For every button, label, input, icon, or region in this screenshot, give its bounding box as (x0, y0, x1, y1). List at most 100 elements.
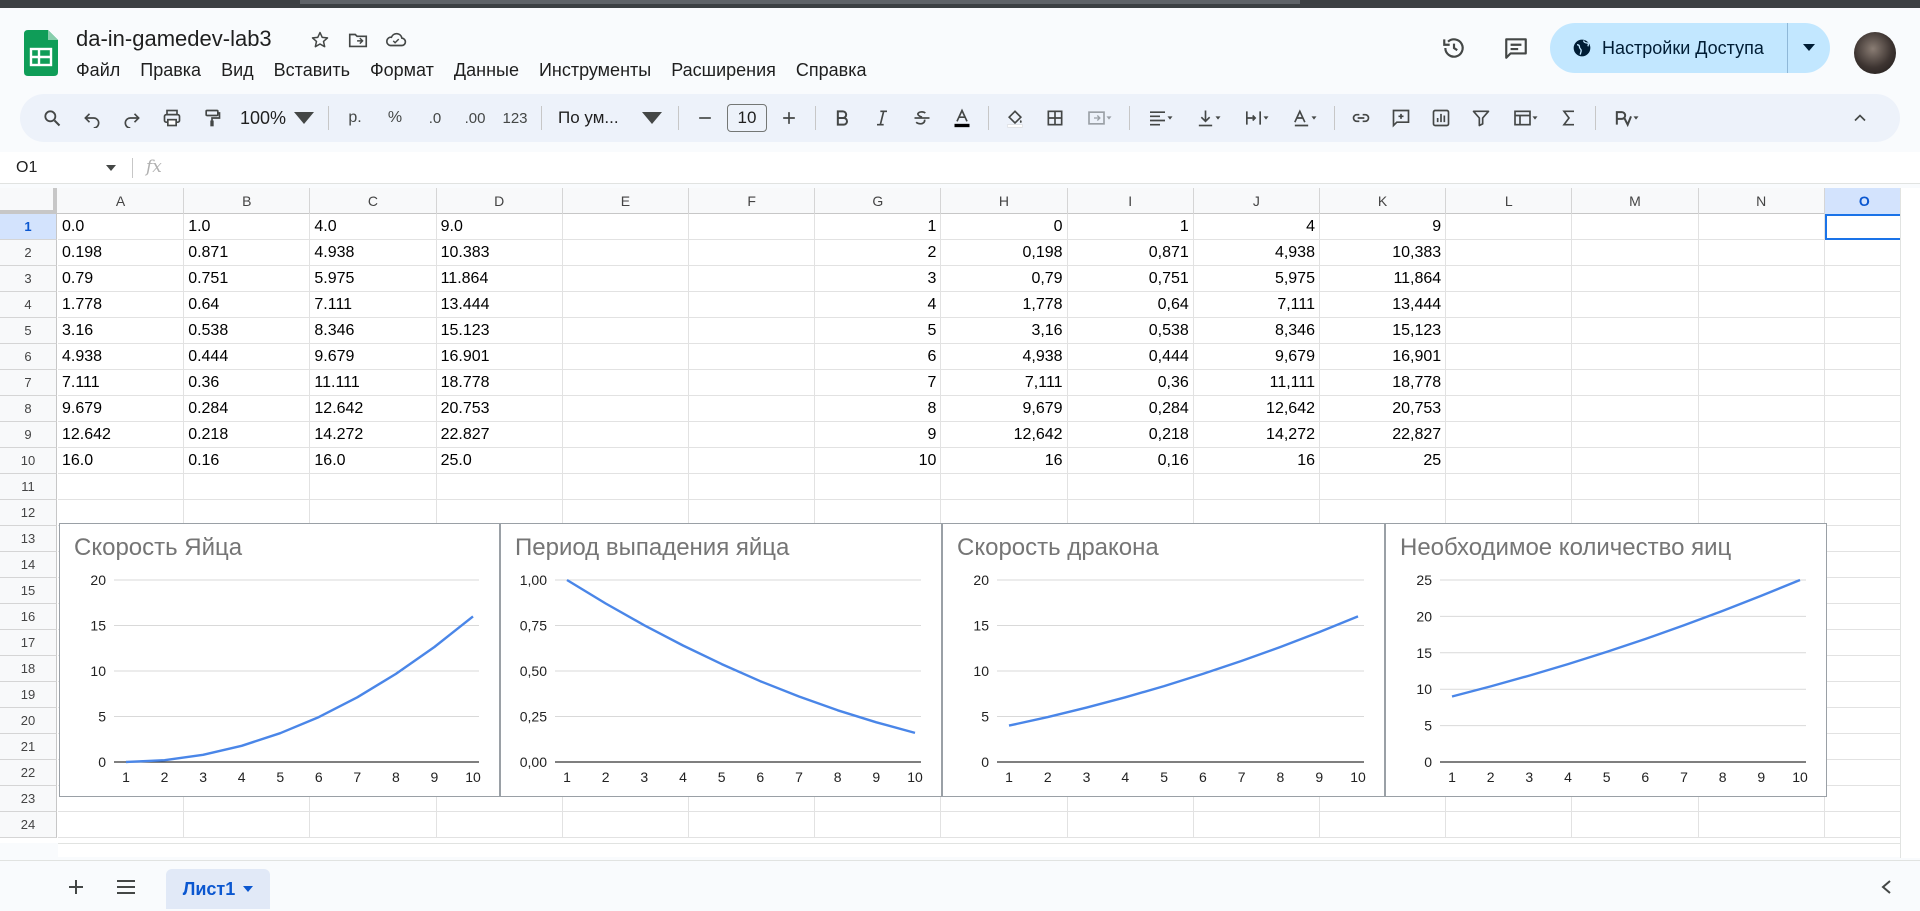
cell-o8[interactable] (1824, 396, 1900, 422)
cell-j5[interactable]: 8,346 (1193, 318, 1320, 344)
currency-format-button[interactable]: р. (337, 100, 373, 136)
cell-k5[interactable]: 15,123 (1320, 318, 1447, 344)
cell-c11[interactable] (310, 474, 437, 500)
cell-g4[interactable]: 4 (815, 292, 942, 318)
cell-j3[interactable]: 5,975 (1193, 266, 1320, 292)
chart-required-eggs[interactable]: 0 5 10 15 20 25 1 2 3 4 5 6 7 8 9 10 Необходимое количе… (1385, 523, 1827, 797)
cell-a8[interactable]: 9.679 (58, 396, 185, 422)
column-header-d[interactable]: D (437, 188, 563, 214)
cell-g5[interactable]: 5 (815, 318, 942, 344)
filter-icon[interactable] (1463, 100, 1499, 136)
cell-n4[interactable] (1698, 292, 1825, 318)
italic-icon[interactable] (864, 100, 900, 136)
cell-d4[interactable]: 13.444 (436, 292, 563, 318)
cell-f7[interactable] (689, 370, 816, 396)
cell-o21[interactable] (1824, 734, 1900, 760)
font-family-select[interactable]: По ум... (550, 100, 670, 136)
cell-c4[interactable]: 7.111 (310, 292, 437, 318)
cell-d6[interactable]: 16.901 (436, 344, 563, 370)
cell-g3[interactable]: 3 (815, 266, 942, 292)
column-header-f[interactable]: F (689, 188, 816, 214)
cell-o18[interactable] (1824, 656, 1900, 682)
percent-format-button[interactable]: % (377, 100, 413, 136)
cell-e2[interactable] (562, 240, 689, 266)
cell-b7[interactable]: 0.36 (184, 370, 311, 396)
cell-i7[interactable]: 0,36 (1067, 370, 1194, 396)
selected-cell[interactable] (1824, 214, 1900, 240)
cell-g9[interactable]: 9 (815, 422, 942, 448)
cell-f3[interactable] (689, 266, 816, 292)
column-header-k[interactable]: K (1320, 188, 1447, 214)
undo-icon[interactable] (74, 100, 110, 136)
menu-insert[interactable]: Вставить (264, 56, 360, 85)
cell-a1[interactable]: 0.0 (58, 214, 185, 240)
cell-l24[interactable] (1446, 812, 1573, 838)
sheets-logo-icon[interactable] (24, 30, 58, 76)
cell-m5[interactable] (1572, 318, 1699, 344)
cell-k11[interactable] (1320, 474, 1447, 500)
cell-e1[interactable] (562, 214, 689, 240)
row-header-3[interactable]: 3 (0, 266, 57, 292)
menu-data[interactable]: Данные (444, 56, 529, 85)
cell-l10[interactable] (1446, 448, 1573, 474)
cell-m7[interactable] (1572, 370, 1699, 396)
cell-j8[interactable]: 12,642 (1193, 396, 1320, 422)
row-header-2[interactable]: 2 (0, 240, 57, 266)
row-header-21[interactable]: 21 (0, 734, 57, 760)
chart-dragon-speed[interactable]: 0 5 10 15 20 1 2 3 4 5 6 7 8 9 10 Скорость дракона (942, 523, 1385, 797)
row-header-1[interactable]: 1 (0, 214, 57, 240)
column-header-h[interactable]: H (941, 188, 1068, 214)
cell-k1[interactable]: 9 (1320, 214, 1447, 240)
cell-c8[interactable]: 12.642 (310, 396, 437, 422)
cell-k9[interactable]: 22,827 (1320, 422, 1447, 448)
cell-e10[interactable] (562, 448, 689, 474)
cell-k24[interactable] (1320, 812, 1447, 838)
cell-l3[interactable] (1446, 266, 1573, 292)
cell-f9[interactable] (689, 422, 816, 448)
column-header-c[interactable]: C (310, 188, 437, 214)
cell-l1[interactable] (1446, 214, 1573, 240)
column-header-a[interactable]: A (58, 188, 185, 214)
cloud-saved-icon[interactable] (384, 28, 408, 52)
cell-a6[interactable]: 4.938 (58, 344, 185, 370)
cell-e7[interactable] (562, 370, 689, 396)
font-size-decrease-icon[interactable] (687, 100, 723, 136)
cell-h2[interactable]: 0,198 (941, 240, 1068, 266)
cell-f2[interactable] (689, 240, 816, 266)
cell-b9[interactable]: 0.218 (184, 422, 311, 448)
cell-i2[interactable]: 0,871 (1067, 240, 1194, 266)
cell-c6[interactable]: 9.679 (310, 344, 437, 370)
cell-b8[interactable]: 0.284 (184, 396, 311, 422)
cell-h9[interactable]: 12,642 (941, 422, 1068, 448)
cell-n3[interactable] (1698, 266, 1825, 292)
fill-color-icon[interactable] (997, 100, 1033, 136)
text-wrapping-icon[interactable] (1234, 100, 1278, 136)
cell-m2[interactable] (1572, 240, 1699, 266)
cell-n24[interactable] (1698, 812, 1825, 838)
cell-g11[interactable] (815, 474, 942, 500)
cell-i11[interactable] (1067, 474, 1194, 500)
cell-o15[interactable] (1824, 578, 1900, 604)
cell-l5[interactable] (1446, 318, 1573, 344)
column-header-e[interactable]: E (563, 188, 689, 214)
cell-o5[interactable] (1824, 318, 1900, 344)
row-header-15[interactable]: 15 (0, 578, 57, 604)
collapse-toolbar-chevron-up-icon[interactable] (1842, 100, 1878, 136)
cell-i24[interactable] (1067, 812, 1194, 838)
cell-l7[interactable] (1446, 370, 1573, 396)
cell-a11[interactable] (58, 474, 185, 500)
row-header-19[interactable]: 19 (0, 682, 57, 708)
add-sheet-plus-icon[interactable] (58, 869, 94, 905)
cell-h11[interactable] (941, 474, 1068, 500)
cell-o20[interactable] (1824, 708, 1900, 734)
menu-help[interactable]: Справка (786, 56, 877, 85)
cell-j11[interactable] (1193, 474, 1320, 500)
cell-o17[interactable] (1824, 630, 1900, 656)
cell-a10[interactable]: 16.0 (58, 448, 185, 474)
cell-c3[interactable]: 5.975 (310, 266, 437, 292)
user-avatar[interactable] (1854, 32, 1896, 74)
cell-m1[interactable] (1572, 214, 1699, 240)
cell-g6[interactable]: 6 (815, 344, 942, 370)
row-header-13[interactable]: 13 (0, 526, 57, 552)
row-header-20[interactable]: 20 (0, 708, 57, 734)
